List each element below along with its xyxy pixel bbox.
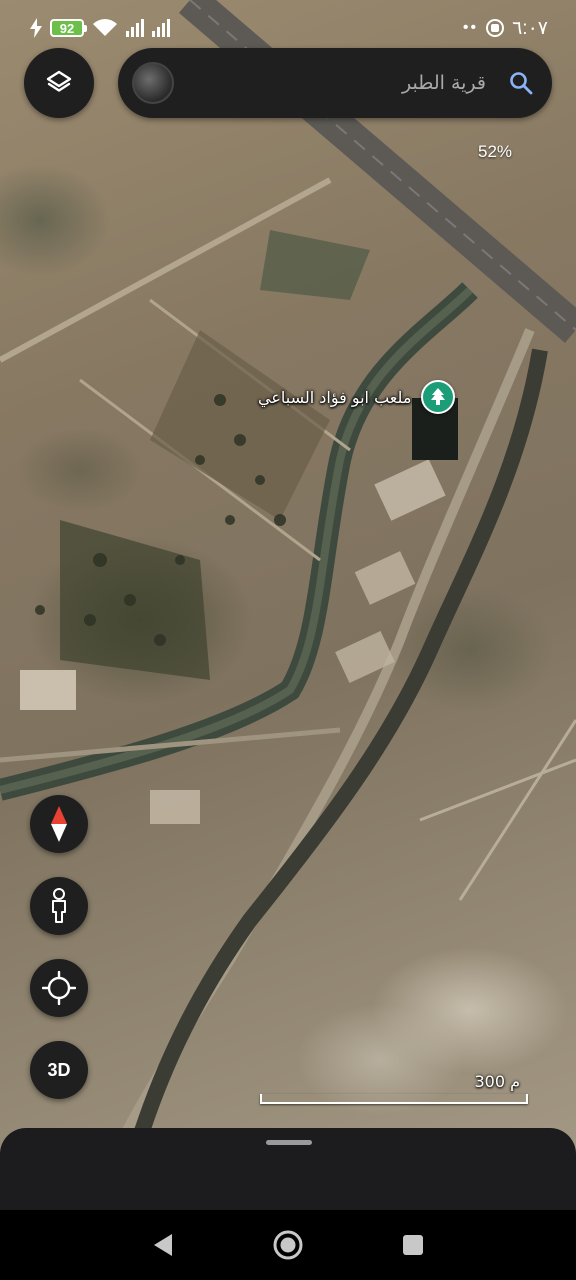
view-3d-label: 3D	[47, 1059, 71, 1080]
recents-icon	[403, 1235, 424, 1255]
place-label[interactable]: ملعب ابو فؤاد السباعي	[258, 388, 411, 407]
moon-icon	[521, 143, 531, 161]
avatar[interactable]	[132, 62, 174, 104]
wifi-icon	[93, 19, 117, 36]
battery-icon: 92	[50, 19, 87, 37]
home-button[interactable]	[268, 1225, 308, 1265]
tree-pin-icon[interactable]	[421, 380, 456, 414]
layers-icon	[46, 70, 72, 92]
home-icon	[273, 1230, 303, 1260]
recents-button[interactable]	[393, 1225, 433, 1265]
screen-record-icon	[486, 19, 505, 37]
view-3d-button[interactable]: 3D	[30, 1041, 88, 1099]
pegman-button[interactable]	[30, 877, 88, 935]
scale-label: 300 م	[474, 1072, 520, 1091]
charging-bolt-icon	[30, 18, 42, 38]
signal-bars-icon	[152, 19, 170, 37]
scale-bar: 300 م	[258, 1072, 530, 1106]
map-features	[0, 0, 576, 1210]
back-button[interactable]	[143, 1225, 183, 1265]
signal-bars-icon	[126, 19, 144, 37]
compass-icon	[51, 806, 67, 842]
bottom-sheet[interactable]	[0, 1128, 576, 1218]
zoom-level: 52%	[478, 142, 513, 161]
compass-button[interactable]	[30, 795, 88, 853]
battery-level: 92	[59, 20, 75, 36]
notification-dots-icon: ••	[462, 19, 479, 36]
navigation-bar	[0, 1210, 576, 1280]
search-bar[interactable]: قرية الطبر	[118, 48, 552, 118]
my-location-button[interactable]	[30, 959, 88, 1017]
search-query[interactable]: قرية الطبر	[174, 72, 508, 94]
clock: ٦:٠٧	[512, 17, 548, 39]
sheet-drag-handle[interactable]	[266, 1140, 312, 1145]
layers-button[interactable]	[24, 48, 94, 118]
place-marker[interactable]: ملعب ابو فؤاد السباعي	[258, 380, 456, 414]
my-location-icon	[42, 971, 76, 1005]
back-icon	[153, 1234, 172, 1256]
pegman-icon	[52, 888, 66, 923]
satellite-map[interactable]	[0, 0, 576, 1210]
scale-line	[260, 1094, 528, 1104]
zoom-readout: 52%	[478, 141, 538, 163]
search-icon[interactable]	[508, 70, 534, 96]
